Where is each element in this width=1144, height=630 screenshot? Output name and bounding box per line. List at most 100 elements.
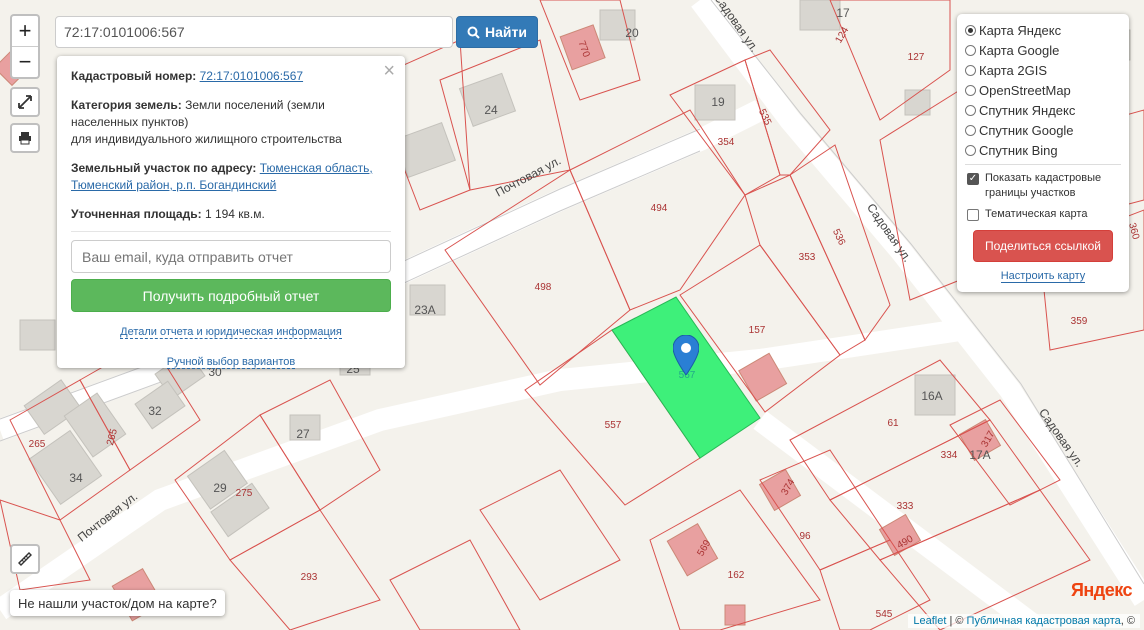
radio-icon xyxy=(965,124,976,136)
parcel-number: 32 xyxy=(148,404,162,418)
radio-icon xyxy=(965,144,976,156)
land-category-label: Категория земель: xyxy=(71,98,182,112)
radio-icon xyxy=(965,64,976,76)
parcel-number: 24 xyxy=(484,103,498,117)
layer-option-osm[interactable]: OpenStreetMap xyxy=(965,80,1121,100)
find-button[interactable]: Найти xyxy=(456,16,538,48)
print-button[interactable] xyxy=(10,123,40,153)
parcel-number: 34 xyxy=(69,471,83,485)
layer-option-yandex-satellite[interactable]: Спутник Яндекс xyxy=(965,100,1121,120)
attribution-tail: , © xyxy=(1120,615,1135,627)
checkbox-icon xyxy=(967,209,979,221)
parcel-number: 354 xyxy=(718,137,735,148)
layer-option-label: Карта 2GIS xyxy=(979,62,1048,78)
radio-selected-icon xyxy=(965,24,976,36)
parcel-number: 498 xyxy=(535,282,552,293)
leaflet-link[interactable]: Leaflet xyxy=(913,615,946,627)
email-input[interactable] xyxy=(71,240,391,273)
parcel-number: 29 xyxy=(213,481,227,495)
parcel-number: 333 xyxy=(897,501,914,512)
zoom-out-button[interactable]: − xyxy=(12,46,38,77)
parcel-number: 27 xyxy=(296,427,310,441)
parcel-number: 17 xyxy=(836,6,850,20)
zoom-control: + − xyxy=(10,14,40,79)
yandex-logo-text: Яндекс xyxy=(1070,580,1133,600)
manual-choice-link[interactable]: Ручной выбор вариантов xyxy=(166,356,296,369)
yandex-logo: Яндекс xyxy=(1070,580,1133,601)
fullscreen-button[interactable] xyxy=(10,87,40,117)
measure-button[interactable] xyxy=(10,544,40,574)
parcel-number: 353 xyxy=(799,252,816,263)
setup-link-wrap: Настроить карту xyxy=(965,270,1121,283)
parcel-number: 494 xyxy=(651,203,668,214)
parcel-number: 23А xyxy=(414,303,435,317)
parcel-number: 16А xyxy=(921,389,942,403)
radio-icon xyxy=(965,84,976,96)
setup-map-link[interactable]: Настроить карту xyxy=(1000,270,1086,283)
parcel-number: 265 xyxy=(29,439,46,450)
area-value: 1 194 кв.м. xyxy=(204,207,265,221)
parcel-number: 545 xyxy=(876,609,893,620)
report-details-link[interactable]: Детали отчета и юридическая информация xyxy=(120,326,342,339)
parcel-number: 557 xyxy=(605,420,622,431)
parcel-number: 17А xyxy=(969,448,990,462)
layer-option-2gis-map[interactable]: Карта 2GIS xyxy=(965,60,1121,80)
layer-option-label: Спутник Яндекс xyxy=(979,102,1076,118)
search-icon xyxy=(467,26,480,39)
parcel-info-popup: × Кадастровый номер: 72:17:0101006:567 К… xyxy=(57,56,405,369)
pkk-link[interactable]: Публичная кадастровая карта xyxy=(967,615,1121,627)
layer-option-bing-satellite[interactable]: Спутник Bing xyxy=(965,140,1121,160)
location-pin-icon[interactable] xyxy=(673,335,699,375)
parcel-number: 293 xyxy=(301,572,318,583)
layer-separator xyxy=(965,164,1121,165)
radio-icon xyxy=(965,104,976,116)
close-icon[interactable]: × xyxy=(383,60,395,83)
parcel-number: 96 xyxy=(799,531,811,542)
thematic-map-checkbox[interactable]: Тематическая карта xyxy=(965,207,1121,222)
zoom-in-button[interactable]: + xyxy=(12,16,38,46)
parcel-number: 275 xyxy=(236,488,253,499)
details-link-wrap: Детали отчета и юридическая информация xyxy=(71,326,391,339)
share-link-button[interactable]: Поделиться ссылкой xyxy=(973,230,1113,262)
layer-switcher: Карта Яндекс Карта Google Карта 2GIS Ope… xyxy=(957,14,1129,292)
manual-link-wrap: Ручной выбор вариантов xyxy=(71,356,391,369)
parcel-number: 162 xyxy=(728,570,745,581)
layer-option-google-map[interactable]: Карта Google xyxy=(965,40,1121,60)
land-category-row: Категория земель: Земли поселений (земли… xyxy=(71,97,391,148)
printer-icon xyxy=(19,132,31,145)
show-borders-label: Показать кадастровые границы участков xyxy=(985,172,1102,199)
area-label: Уточненная площадь: xyxy=(71,207,202,221)
layer-option-label: Карта Яндекс xyxy=(979,22,1062,38)
land-use-value: для индивидуального жилищного строительс… xyxy=(71,132,342,146)
cadastral-number-link[interactable]: 72:17:0101006:567 xyxy=(200,69,303,83)
find-button-label: Найти xyxy=(485,24,527,40)
layer-option-label: Карта Google xyxy=(979,42,1060,58)
address-row: Земельный участок по адресу: Тюменская о… xyxy=(71,160,391,194)
layer-option-google-satellite[interactable]: Спутник Google xyxy=(965,120,1121,140)
parcel-number: 157 xyxy=(749,325,766,336)
address-label: Земельный участок по адресу: xyxy=(71,161,257,175)
cadastral-number-row: Кадастровый номер: 72:17:0101006:567 xyxy=(71,68,391,85)
parcel-number: 19 xyxy=(711,95,725,109)
parcel-number: 127 xyxy=(908,52,925,63)
parcel-number: 61 xyxy=(887,418,899,429)
area-row: Уточненная площадь: 1 194 кв.м. xyxy=(71,206,391,232)
cadastral-search-input[interactable] xyxy=(55,16,453,48)
parcel-number: 359 xyxy=(1071,316,1088,327)
ruler-icon xyxy=(18,552,32,566)
layer-option-label: Спутник Google xyxy=(979,122,1074,138)
parcel-number: 334 xyxy=(941,450,958,461)
layer-option-label: Спутник Bing xyxy=(979,142,1058,158)
show-borders-checkbox[interactable]: ✓ Показать кадастровые границы участков xyxy=(965,171,1121,201)
layer-option-label: OpenStreetMap xyxy=(979,82,1071,98)
get-report-button[interactable]: Получить подробный отчет xyxy=(71,279,391,312)
thematic-map-label: Тематическая карта xyxy=(985,208,1088,220)
checkbox-checked-icon: ✓ xyxy=(967,173,979,185)
not-found-button[interactable]: Не нашли участок/дом на карте? xyxy=(10,590,225,616)
attribution: Leaflet | © Публичная кадастровая карта,… xyxy=(908,614,1140,628)
radio-icon xyxy=(965,44,976,56)
expand-icon xyxy=(18,95,32,109)
parcel-number: 20 xyxy=(625,26,639,40)
cadastral-number-label: Кадастровый номер: xyxy=(71,69,197,83)
layer-option-yandex-map[interactable]: Карта Яндекс xyxy=(965,20,1121,40)
